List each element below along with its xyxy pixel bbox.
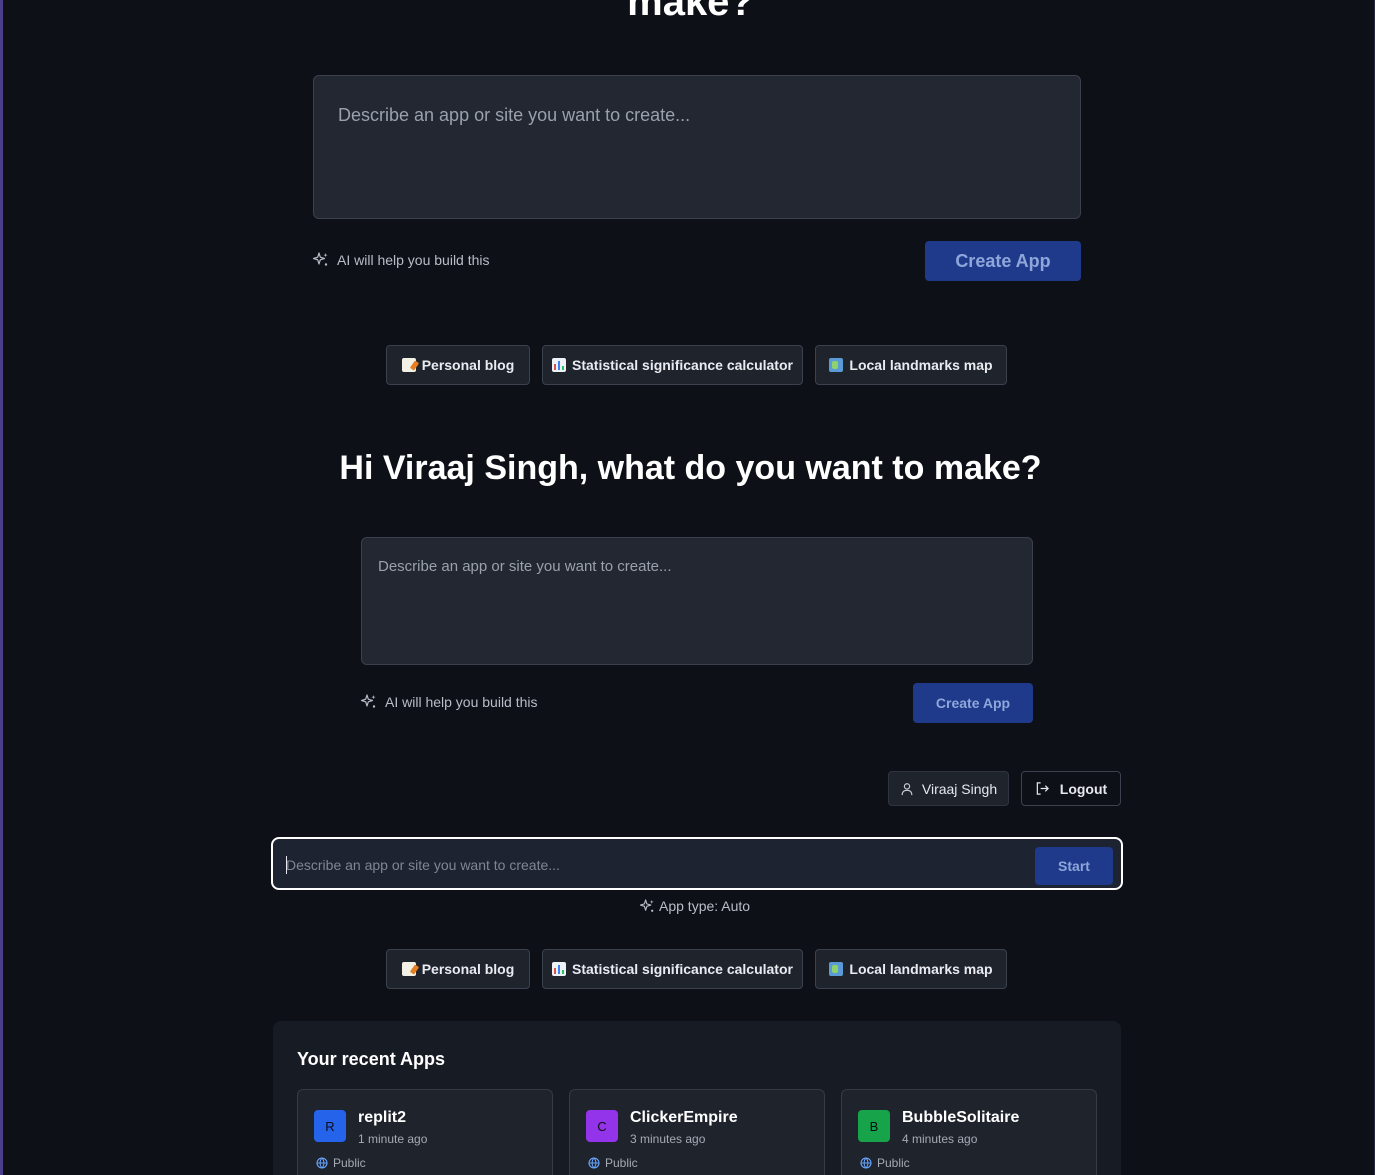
prompt-placeholder: Describe an app or site you want to crea…: [338, 105, 691, 125]
quick-start-placeholder: Describe an app or site you want to crea…: [286, 857, 560, 873]
chip-label: Statistical significance calculator: [572, 961, 793, 977]
app-updated-time: 4 minutes ago: [902, 1132, 978, 1146]
visibility-label: Public: [605, 1156, 638, 1170]
sparkles-icon: [361, 694, 376, 708]
app-name: replit2: [358, 1109, 407, 1126]
prompt-textarea-mid[interactable]: Describe an app or site you want to crea…: [361, 537, 1033, 665]
app-card[interactable]: R replit2 1 minute ago Public: [297, 1089, 553, 1175]
app-updated-time: 1 minute ago: [358, 1132, 428, 1146]
user-name: Viraaj Singh: [921, 780, 998, 797]
chip-label: Local landmarks map: [849, 357, 993, 373]
chip-label: Personal blog: [421, 961, 515, 977]
helper-text: AI will help you build this: [385, 694, 538, 710]
app-avatar: R: [314, 1110, 346, 1142]
app-card[interactable]: C ClickerEmpire 3 minutes ago Public: [569, 1089, 825, 1175]
chip-stat-calculator[interactable]: Statistical significance calculator: [542, 345, 803, 385]
globe-icon: [860, 1157, 872, 1169]
quick-start-input[interactable]: Describe an app or site you want to crea…: [271, 837, 1123, 890]
globe-icon: [588, 1157, 600, 1169]
app-avatar: C: [586, 1110, 618, 1142]
recent-apps-panel: Your recent Apps R replit2 1 minute ago …: [273, 1021, 1121, 1175]
memo-icon: [401, 962, 419, 976]
app-window: make? Describe an app or site you want t…: [0, 0, 1375, 1175]
user-profile-button[interactable]: Viraaj Singh: [888, 771, 1009, 806]
map-icon: [829, 358, 844, 372]
app-avatar: B: [858, 1110, 890, 1142]
app-visibility: Public: [588, 1156, 638, 1170]
start-button[interactable]: Start: [1035, 847, 1113, 885]
ai-helper-note-mid: AI will help you build this: [361, 694, 538, 710]
globe-icon: [316, 1157, 328, 1169]
chip-label: Personal blog: [421, 357, 515, 373]
sparkles-icon: [640, 898, 654, 912]
greeting-heading: Hi Viraaj Singh, what do you want to mak…: [339, 449, 1042, 487]
app-name: BubbleSolitaire: [902, 1109, 1020, 1126]
prompt-textarea-top[interactable]: Describe an app or site you want to crea…: [313, 75, 1081, 219]
sparkles-icon: [313, 252, 328, 266]
logout-button[interactable]: Logout: [1021, 771, 1121, 806]
app-type-label: App type: Auto: [659, 898, 751, 914]
ai-helper-note-top: AI will help you build this: [313, 252, 490, 268]
visibility-label: Public: [333, 1156, 366, 1170]
prompt-placeholder: Describe an app or site you want to crea…: [378, 558, 672, 575]
app-card[interactable]: B BubbleSolitaire 4 minutes ago Public: [841, 1089, 1097, 1175]
text-caret: [286, 856, 287, 874]
memo-icon: [401, 358, 419, 372]
map-icon: [829, 962, 844, 976]
logout-label: Logout: [1059, 780, 1108, 797]
create-app-button-top[interactable]: Create App: [925, 241, 1081, 281]
chip-landmarks-map[interactable]: Local landmarks map: [815, 949, 1007, 989]
chip-landmarks-map[interactable]: Local landmarks map: [815, 345, 1007, 385]
recent-apps-title: Your recent Apps: [297, 1049, 446, 1069]
create-app-button-mid[interactable]: Create App: [913, 683, 1033, 723]
page-title-fragment: make?: [627, 0, 754, 24]
app-updated-time: 3 minutes ago: [630, 1132, 706, 1146]
chip-stat-calculator[interactable]: Statistical significance calculator: [542, 949, 803, 989]
app-visibility: Public: [316, 1156, 366, 1170]
app-visibility: Public: [860, 1156, 910, 1170]
chip-personal-blog[interactable]: Personal blog: [386, 345, 530, 385]
visibility-label: Public: [877, 1156, 910, 1170]
app-name: ClickerEmpire: [630, 1109, 738, 1126]
chip-label: Statistical significance calculator: [572, 357, 793, 373]
chip-personal-blog[interactable]: Personal blog: [386, 949, 530, 989]
app-type-selector[interactable]: App type: Auto: [640, 898, 750, 914]
bar-chart-icon: [552, 962, 566, 976]
chip-label: Local landmarks map: [849, 961, 993, 977]
helper-text: AI will help you build this: [337, 252, 490, 268]
bar-chart-icon: [552, 358, 566, 372]
logout-icon: [1036, 782, 1049, 795]
user-icon: [901, 782, 913, 795]
